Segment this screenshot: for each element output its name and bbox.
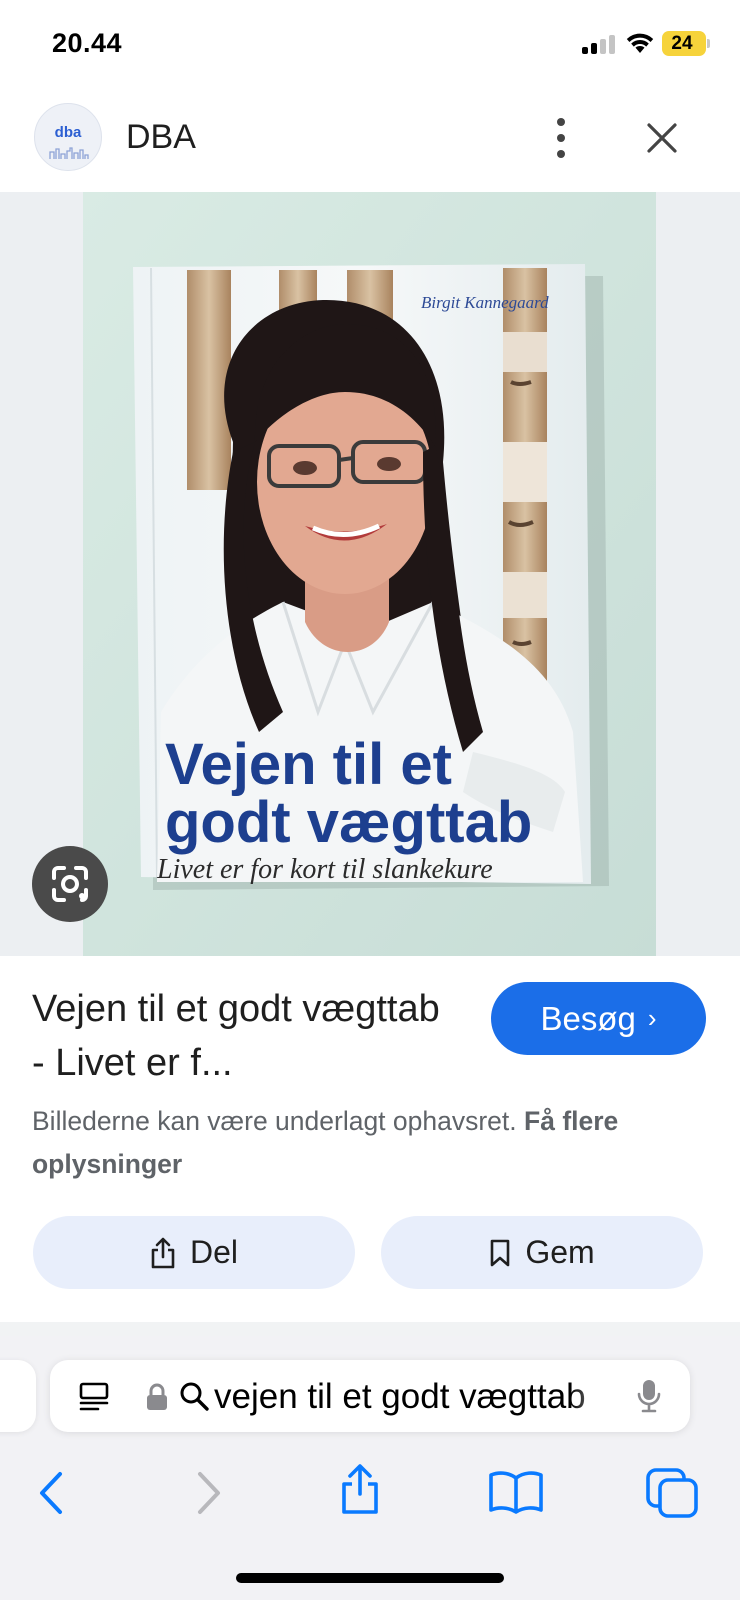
- site-header: dba DBA: [0, 88, 740, 192]
- battery-icon: 24: [662, 31, 710, 56]
- more-vert-icon[interactable]: [553, 118, 569, 158]
- google-lens-button[interactable]: [32, 846, 108, 922]
- copyright-text: Billederne kan være underlagt ophavsret.: [32, 1106, 517, 1136]
- result-title[interactable]: Vejen til et godt vægttab - Livet er f..…: [32, 982, 462, 1090]
- status-time: 20.44: [52, 28, 123, 58]
- google-lens-icon: [52, 866, 88, 902]
- copyright-notice: Billederne kan være underlagt ophavsret.…: [32, 1100, 712, 1186]
- bookmark-icon: [491, 1239, 510, 1266]
- close-icon[interactable]: [646, 122, 678, 154]
- tabs-icon[interactable]: [646, 1468, 698, 1518]
- wifi-icon: [626, 33, 654, 53]
- share-button[interactable]: Del: [33, 1216, 355, 1289]
- signal-icon: [582, 34, 616, 54]
- book-cover-illustration: Vejen til et godt vægttab Livet er for k…: [83, 192, 656, 956]
- address-bar[interactable]: vejen til et godt vægttab: [50, 1360, 690, 1432]
- forward-arrow-icon[interactable]: [192, 1470, 224, 1516]
- cover-author: Birgit Kannegaard: [421, 293, 549, 312]
- site-logo-text: dba: [54, 124, 82, 141]
- search-icon: [180, 1382, 209, 1411]
- site-logo: dba: [34, 103, 102, 171]
- back-arrow-icon[interactable]: [36, 1470, 68, 1516]
- visit-button-label: Besøg: [540, 999, 636, 1037]
- skyline-logo-icon: [49, 147, 89, 159]
- cover-title-line1: Vejen til et: [165, 732, 452, 797]
- home-indicator: [236, 1573, 504, 1583]
- site-name: DBA: [126, 118, 196, 156]
- previous-tab-preview[interactable]: [0, 1360, 36, 1432]
- share-icon[interactable]: [338, 1462, 382, 1516]
- save-label: Gem: [525, 1234, 595, 1270]
- bookmarks-book-icon[interactable]: [488, 1470, 544, 1514]
- book-cover-photo[interactable]: Vejen til et godt vægttab Livet er for k…: [83, 192, 656, 956]
- save-button[interactable]: Gem: [381, 1216, 703, 1289]
- microphone-icon[interactable]: [636, 1378, 662, 1414]
- visit-button[interactable]: Besøg ›: [491, 982, 706, 1055]
- lock-icon: [147, 1383, 167, 1410]
- share-icon: [151, 1237, 175, 1268]
- battery-level: 24: [671, 33, 693, 54]
- status-bar: 20.44 24: [0, 0, 740, 88]
- section-divider: [0, 1322, 740, 1336]
- reader-mode-icon[interactable]: [78, 1382, 112, 1412]
- cover-subtitle: Livet er for kort til slankekure: [156, 854, 493, 885]
- image-preview-area: Vejen til et godt vægttab Livet er for k…: [0, 192, 740, 956]
- share-label: Del: [189, 1234, 238, 1270]
- cover-title-line2: godt vægttab: [165, 790, 532, 855]
- url-text: vejen til et godt vægttab: [214, 1377, 586, 1416]
- chevron-right-icon: ›: [647, 1003, 657, 1033]
